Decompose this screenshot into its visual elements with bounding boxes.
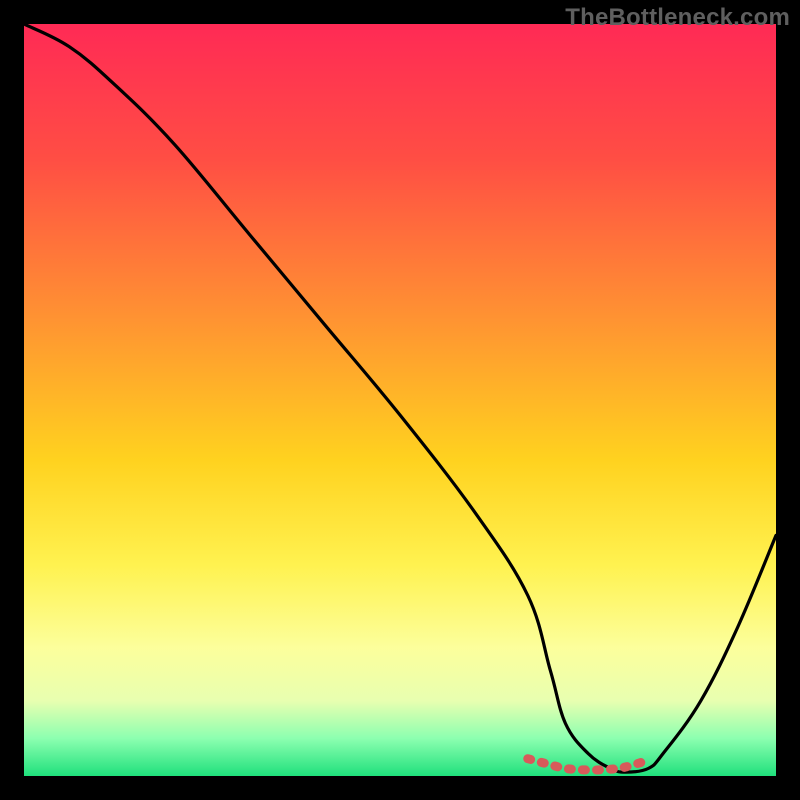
plot-gradient-area (24, 24, 776, 776)
chart-frame: TheBottleneck.com (0, 0, 800, 800)
watermark-label: TheBottleneck.com (565, 4, 790, 32)
